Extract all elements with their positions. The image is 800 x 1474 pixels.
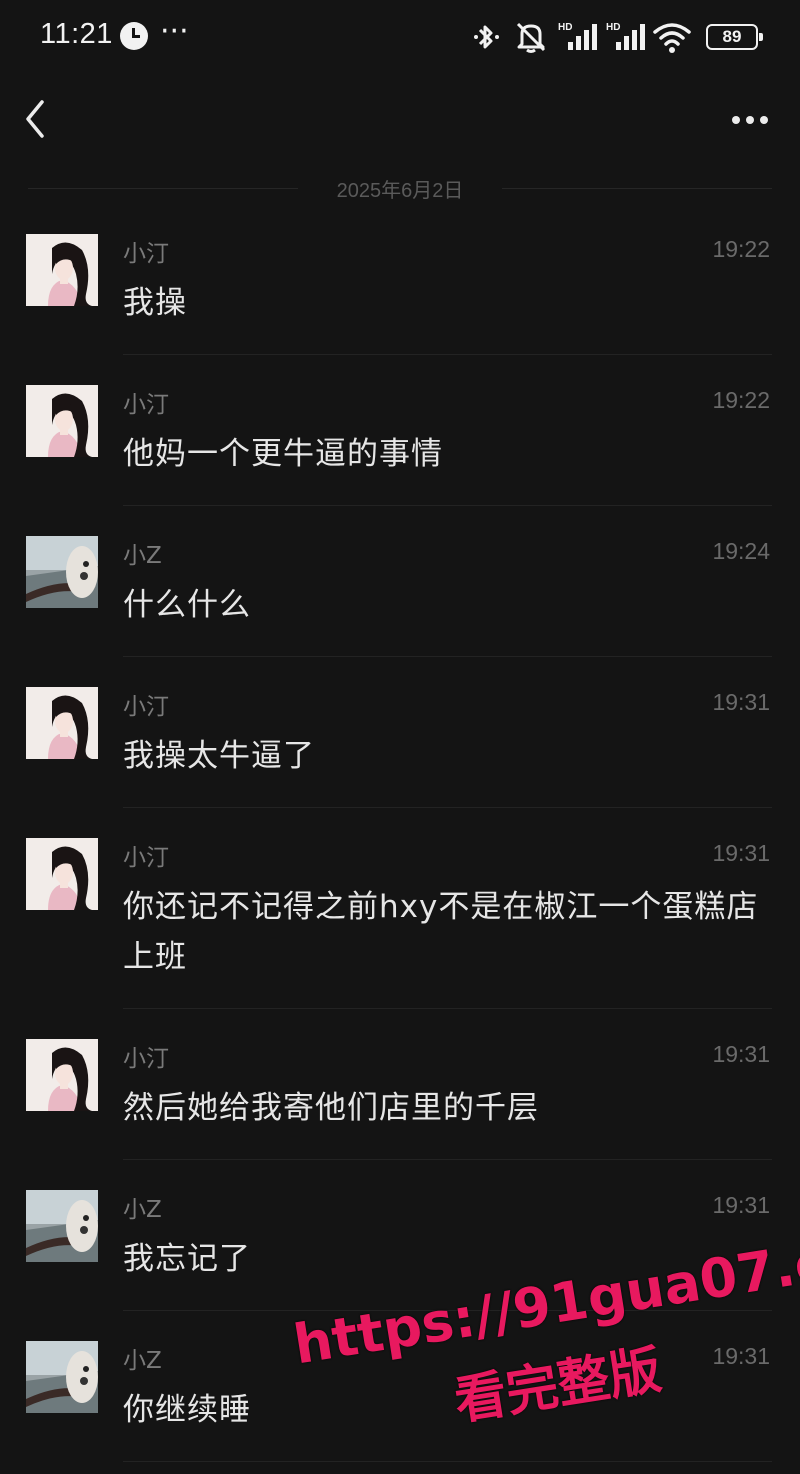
message-time: 19:24 <box>712 538 770 564</box>
sender-name: 小Z <box>123 1348 162 1374</box>
message-text: 然后她给我寄他们店里的千层 <box>123 1090 539 1126</box>
wifi-icon <box>653 23 691 53</box>
sender-name: 小汀 <box>123 392 169 418</box>
sender-name: 小汀 <box>123 1046 169 1072</box>
date-separator: 2025年6月2日 <box>28 174 772 202</box>
message-item[interactable]: 小汀 19:31 你还记不记得之前hxy不是在椒江一个蛋糕店上班 <box>0 838 800 1008</box>
girl-avatar-image <box>26 385 98 457</box>
message-time: 19:31 <box>712 840 770 866</box>
bluetooth-icon <box>474 25 499 49</box>
more-button[interactable] <box>730 102 770 138</box>
plush-avatar[interactable] <box>26 1341 98 1413</box>
message-text: 他妈一个更牛逼的事情 <box>123 436 443 472</box>
plush-avatar-image <box>26 1190 98 1262</box>
sender-name: 小汀 <box>123 241 169 267</box>
plush-avatar[interactable] <box>26 1190 98 1262</box>
message-divider <box>123 1159 772 1160</box>
message-text: 你还记不记得之前hxy不是在椒江一个蛋糕店上班 <box>123 889 759 975</box>
status-bar: 11:21 ··· HD HD 89 <box>0 0 800 76</box>
svg-text:HD: HD <box>558 22 572 33</box>
girl-avatar-image <box>26 687 98 759</box>
message-divider <box>123 807 772 808</box>
hd-signal-icon: HD <box>558 22 597 50</box>
girl-avatar[interactable] <box>26 838 98 910</box>
clock-icon <box>120 22 148 50</box>
sender-name: 小汀 <box>123 845 169 871</box>
message-item[interactable]: 小汀 19:22 他妈一个更牛逼的事情 <box>0 385 800 505</box>
girl-avatar[interactable] <box>26 687 98 759</box>
message-divider <box>123 656 772 657</box>
status-time: 11:21 <box>40 18 113 50</box>
sender-name: 小Z <box>123 543 162 569</box>
message-item[interactable]: 小汀 19:22 我操 <box>0 234 800 354</box>
message-time: 19:31 <box>712 689 770 715</box>
girl-avatar[interactable] <box>26 385 98 457</box>
message-time: 19:31 <box>712 1041 770 1067</box>
plush-avatar[interactable] <box>26 536 98 608</box>
message-item[interactable]: 小Z 19:24 什么什么 <box>0 536 800 656</box>
message-text: 什么什么 <box>123 587 251 623</box>
girl-avatar[interactable] <box>26 1039 98 1111</box>
hd-signal-icon-2: HD <box>606 22 645 50</box>
status-overflow: ··· <box>160 14 189 49</box>
mute-bell-icon <box>516 22 546 53</box>
girl-avatar-image <box>26 1039 98 1111</box>
message-item[interactable]: 小汀 19:31 然后她给我寄他们店里的千层 <box>0 1039 800 1159</box>
chevron-left-icon <box>26 100 44 138</box>
message-item[interactable]: 小汀 19:31 我操太牛逼了 <box>0 687 800 807</box>
plush-avatar-image <box>26 1341 98 1413</box>
message-text: 我操太牛逼了 <box>123 738 315 774</box>
message-divider <box>123 1008 772 1009</box>
chat-nav-bar <box>0 80 800 160</box>
sender-name: 小汀 <box>123 694 169 720</box>
plush-avatar-image <box>26 536 98 608</box>
message-divider <box>123 1461 772 1462</box>
girl-avatar-image <box>26 838 98 910</box>
back-button[interactable] <box>18 96 58 142</box>
girl-avatar-image <box>26 234 98 306</box>
message-time: 19:22 <box>712 387 770 413</box>
svg-text:HD: HD <box>606 22 620 33</box>
sender-name: 小Z <box>123 1197 162 1223</box>
girl-avatar[interactable] <box>26 234 98 306</box>
battery-icon: 89 <box>706 24 763 50</box>
more-dots-icon <box>732 116 768 124</box>
message-time: 19:22 <box>712 236 770 262</box>
message-text: 我操 <box>123 285 187 321</box>
message-divider <box>123 354 772 355</box>
message-divider <box>123 505 772 506</box>
